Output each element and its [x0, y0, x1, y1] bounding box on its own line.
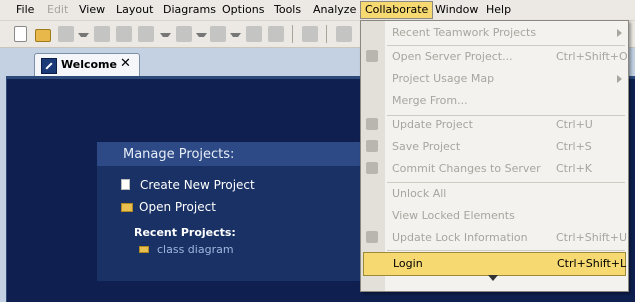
- menu-item-label: Open Server Project...: [392, 50, 513, 63]
- menu-item-recent-teamwork-projects[interactable]: Recent Teamwork Projects: [361, 22, 628, 44]
- recent-projects-heading: Recent Projects:: [134, 226, 236, 239]
- menu-item-label: Merge From...: [392, 94, 468, 107]
- menu-item-label: Login: [393, 257, 423, 270]
- submenu-arrow-icon: [617, 75, 622, 83]
- folder-icon: [139, 246, 149, 253]
- toolbar-separator: [292, 25, 293, 43]
- open-folder-icon[interactable]: [35, 29, 51, 42]
- new-document-icon[interactable]: [14, 26, 27, 42]
- menu-item-label: Save Project: [392, 140, 461, 153]
- collaborate-menu: Recent Teamwork Projects Open Server Pro…: [360, 20, 629, 292]
- edit-icon[interactable]: [302, 26, 318, 42]
- menu-item-unlock-all[interactable]: Unlock All: [361, 183, 628, 205]
- redo-icon[interactable]: [210, 26, 226, 42]
- cut-icon[interactable]: [138, 26, 154, 42]
- menu-layout[interactable]: Layout: [112, 2, 157, 18]
- menu-item-shortcut: Ctrl+S: [556, 140, 592, 153]
- menu-item-label: View Locked Elements: [392, 209, 515, 222]
- panel-header: Manage Projects:: [97, 142, 397, 166]
- menu-item-commit-changes[interactable]: Commit Changes to Server Ctrl+K: [361, 158, 628, 180]
- validate-icon[interactable]: [246, 26, 262, 42]
- menu-edit[interactable]: Edit: [43, 2, 72, 18]
- menu-item-label: Unlock All: [392, 187, 447, 200]
- menu-view[interactable]: View: [75, 2, 109, 18]
- menu-item-shortcut: Ctrl+U: [556, 118, 593, 131]
- undo-icon[interactable]: [176, 26, 192, 42]
- server-project-icon: [366, 50, 378, 62]
- menu-item-shortcut: Ctrl+Shift+U: [556, 231, 628, 244]
- menu-item-shortcut: Ctrl+Shift+L: [557, 257, 627, 270]
- copy-icon[interactable]: [336, 26, 352, 42]
- comment-icon[interactable]: [268, 26, 284, 42]
- menu-file[interactable]: File: [12, 2, 38, 18]
- tab-welcome[interactable]: Welcome ✕: [34, 53, 140, 76]
- menu-analyze[interactable]: Analyze: [309, 2, 360, 18]
- menu-diagrams[interactable]: Diagrams: [159, 2, 220, 18]
- menu-item-shortcut: Ctrl+K: [556, 162, 593, 175]
- commit-icon: [366, 162, 378, 174]
- menu-item-label: Project Usage Map: [392, 72, 495, 85]
- update-project-icon: [366, 118, 378, 130]
- manage-projects-panel: Manage Projects: Create New Project Open…: [97, 142, 397, 281]
- menu-tools[interactable]: Tools: [270, 2, 305, 18]
- menu-options[interactable]: Options: [218, 2, 268, 18]
- menu-separator: [387, 250, 625, 251]
- chevron-down-icon[interactable]: [160, 33, 171, 42]
- chevron-down-icon[interactable]: [196, 33, 207, 42]
- menu-item-view-locked-elements[interactable]: View Locked Elements: [361, 205, 628, 227]
- menu-item-merge-from[interactable]: Merge From...: [361, 90, 628, 112]
- create-new-project-link[interactable]: Create New Project: [140, 178, 255, 192]
- menu-item-label: Update Lock Information: [392, 231, 528, 244]
- welcome-icon: [41, 58, 57, 74]
- new-document-icon: [121, 179, 130, 190]
- menu-collaborate[interactable]: Collaborate: [360, 1, 434, 19]
- menu-help[interactable]: Help: [482, 2, 515, 18]
- print-icon[interactable]: [94, 26, 110, 42]
- tab-label: Welcome: [61, 58, 117, 71]
- scroll-down-icon[interactable]: [488, 275, 498, 281]
- lock-icon: [366, 231, 378, 243]
- chevron-down-icon[interactable]: [230, 33, 241, 42]
- panel-title: Manage Projects:: [123, 147, 235, 162]
- menu-window[interactable]: Window: [431, 2, 482, 18]
- menu-item-label: Commit Changes to Server: [392, 162, 541, 175]
- menu-item-shortcut: Ctrl+Shift+O: [556, 50, 628, 63]
- menu-item-project-usage-map[interactable]: Project Usage Map: [361, 68, 628, 90]
- submenu-arrow-icon: [617, 29, 622, 37]
- recent-project-item[interactable]: class diagram: [157, 243, 234, 256]
- chevron-down-icon[interactable]: [78, 33, 89, 42]
- menu-bar: File Edit View Layout Diagrams Options T…: [0, 0, 635, 21]
- menu-item-label: Recent Teamwork Projects: [392, 26, 537, 39]
- menu-item-update-lock-information[interactable]: Update Lock Information Ctrl+Shift+U: [361, 227, 628, 249]
- toolbar-separator: [326, 25, 327, 43]
- save-icon: [366, 140, 378, 152]
- close-icon[interactable]: ✕: [120, 57, 131, 71]
- menu-item-label: Update Project: [392, 118, 473, 131]
- menu-item-open-server-project[interactable]: Open Server Project... Ctrl+Shift+O: [361, 46, 628, 68]
- menu-item-save-project[interactable]: Save Project Ctrl+S: [361, 136, 628, 158]
- menu-item-login[interactable]: Login Ctrl+Shift+L: [363, 252, 626, 276]
- open-project-link[interactable]: Open Project: [139, 200, 216, 214]
- print-preview-icon[interactable]: [116, 26, 132, 42]
- menu-item-update-project[interactable]: Update Project Ctrl+U: [361, 114, 628, 136]
- save-icon[interactable]: [58, 26, 74, 42]
- open-folder-icon: [121, 203, 133, 212]
